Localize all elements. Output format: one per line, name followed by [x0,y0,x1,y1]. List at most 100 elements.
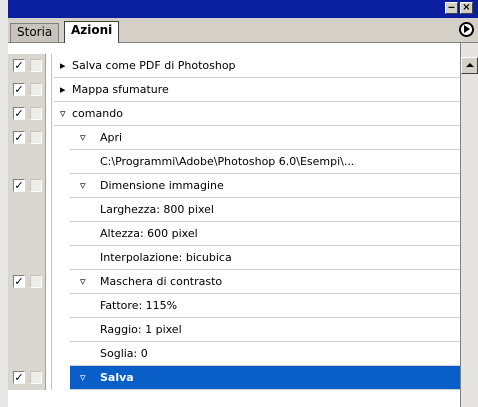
collapse-triangle-icon[interactable]: ▿ [80,126,86,149]
action-row-content[interactable]: ▸ Salva come PDF di Photoshop [54,54,460,78]
expand-triangle-icon[interactable]: ▸ [60,78,66,101]
row-divider [46,102,52,126]
panel-menu-button[interactable] [459,22,474,37]
action-label: Interpolazione: bicubica [100,251,232,264]
row-divider [46,198,52,222]
action-label: Larghezza: 800 pixel [100,203,214,216]
action-row-content[interactable]: ▿ Apri [70,126,460,150]
action-row-content[interactable]: ▿ Salva [70,366,460,390]
dialog-toggle-checkbox[interactable] [30,131,42,144]
action-row-content[interactable]: Soglia: 0 [70,342,460,366]
action-label: Altezza: 600 pixel [100,227,198,240]
close-button[interactable]: × [460,2,473,14]
tab-storia[interactable]: Storia [10,23,60,42]
action-row[interactable]: Interpolazione: bicubica [8,246,460,270]
action-row[interactable]: ✓ ▿ comando [8,102,460,126]
row-divider [46,366,52,390]
action-row[interactable]: ✓ ▿ Maschera di contrasto [8,270,460,294]
item-toggle-checkbox[interactable]: ✓ [13,59,25,72]
action-label: Apri [100,131,123,144]
dialog-toggle-checkbox[interactable] [30,59,42,72]
toggle-column [8,318,46,342]
dialog-toggle-checkbox[interactable] [30,275,42,288]
dialog-toggle-checkbox[interactable] [30,371,42,384]
action-row-content[interactable]: Fattore: 115% [70,294,460,318]
item-toggle-checkbox[interactable]: ✓ [13,371,25,384]
dialog-toggle-checkbox[interactable] [30,107,42,120]
row-divider [46,54,52,78]
action-row[interactable]: ✓ ▸ Salva come PDF di Photoshop [8,54,460,78]
item-toggle-checkbox[interactable]: ✓ [13,83,25,96]
row-divider [46,78,52,102]
toggle-column: ✓ [8,78,46,102]
dialog-toggle-checkbox[interactable] [30,83,42,96]
toggle-column [8,342,46,366]
actions-list: ✓ ▸ Salva come PDF di Photoshop ✓ ▸ Mappa sfu… [8,43,460,407]
row-divider [46,126,52,150]
panel-tabbar: Storia Azioni [8,18,478,43]
action-label: comando [72,107,123,120]
action-row-content[interactable]: ▸ Mappa sfumature [54,78,460,102]
row-divider [46,222,52,246]
toggle-column: ✓ [8,366,46,390]
toggle-column: ✓ [8,54,46,78]
dialog-toggle-checkbox[interactable] [30,179,42,192]
panel-titlebar: ‒ × [8,0,478,18]
action-label: C:\Programmi\Adobe\Photoshop 6.0\Esempi\… [100,155,355,168]
collapse-triangle-icon[interactable]: ▿ [80,174,86,197]
action-row[interactable]: ✓ ▿ Salva [8,366,460,390]
toggle-column: ✓ [8,174,46,198]
action-label: Salva come PDF di Photoshop [72,59,236,72]
action-label: Soglia: 0 [100,347,148,360]
action-row[interactable]: ✓ ▿ Dimensione immagine [8,174,460,198]
row-divider [46,294,52,318]
collapse-triangle-icon[interactable]: ▿ [60,102,66,125]
toggle-column [8,294,46,318]
action-row[interactable]: ✓ ▿ Apri [8,126,460,150]
action-row[interactable]: ✓ ▸ Mappa sfumature [8,78,460,102]
action-row-content[interactable]: Altezza: 600 pixel [70,222,460,246]
action-label: Dimensione immagine [100,179,224,192]
row-divider [46,270,52,294]
minimize-button[interactable]: ‒ [445,2,458,14]
action-row-content[interactable]: Raggio: 1 pixel [70,318,460,342]
action-label: Salva [100,371,134,384]
collapse-triangle-icon[interactable]: ▿ [80,270,86,293]
action-row-content[interactable]: C:\Programmi\Adobe\Photoshop 6.0\Esempi\… [70,150,460,174]
row-divider [46,150,52,174]
toggle-column: ✓ [8,126,46,150]
item-toggle-checkbox[interactable]: ✓ [13,275,25,288]
row-divider [46,246,52,270]
collapse-triangle-icon[interactable]: ▿ [80,366,86,389]
scroll-up-button[interactable] [461,57,478,74]
toggle-column [8,198,46,222]
action-row-content[interactable]: ▿ Maschera di contrasto [70,270,460,294]
scrollbar[interactable] [460,43,478,407]
toggle-column [8,150,46,174]
row-divider [46,174,52,198]
expand-triangle-icon[interactable]: ▸ [60,54,66,77]
action-row-content[interactable]: Interpolazione: bicubica [70,246,460,270]
action-label: Mappa sfumature [72,83,169,96]
action-row-content[interactable]: Larghezza: 800 pixel [70,198,460,222]
toggle-column: ✓ [8,270,46,294]
action-row[interactable]: C:\Programmi\Adobe\Photoshop 6.0\Esempi\… [8,150,460,174]
item-toggle-checkbox[interactable]: ✓ [13,179,25,192]
action-row[interactable]: Fattore: 115% [8,294,460,318]
item-toggle-checkbox[interactable]: ✓ [13,107,25,120]
actions-panel: ‒ × Storia Azioni ✓ ▸ Salva come PDF di Ph… [8,0,478,407]
arrow-up-icon [466,63,474,67]
action-label: Fattore: 115% [100,299,178,312]
toggle-column [8,246,46,270]
action-label: Maschera di contrasto [100,275,223,288]
action-row-content[interactable]: ▿ Dimensione immagine [70,174,460,198]
action-row-content[interactable]: ▿ comando [54,102,460,126]
item-toggle-checkbox[interactable]: ✓ [13,131,25,144]
action-row[interactable]: Raggio: 1 pixel [8,318,460,342]
action-row[interactable]: Soglia: 0 [8,342,460,366]
action-row[interactable]: Altezza: 600 pixel [8,222,460,246]
tab-azioni[interactable]: Azioni [64,21,120,43]
row-divider [46,318,52,342]
action-row[interactable]: Larghezza: 800 pixel [8,198,460,222]
toggle-column: ✓ [8,102,46,126]
